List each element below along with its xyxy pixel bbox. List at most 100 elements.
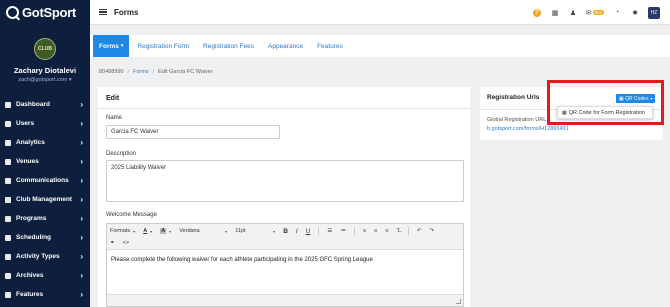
chevron-right-icon: ›	[80, 214, 83, 223]
breadcrumb-current: Edit Garcia FC Waiver	[158, 69, 213, 75]
sidebar-item-label: Scheduling	[16, 234, 52, 241]
chevron-right-icon: ›	[80, 157, 83, 166]
tab-features[interactable]: Features	[311, 35, 349, 57]
editor-body[interactable]: Please complete the following waiver for…	[107, 250, 463, 270]
name-field[interactable]: Garcia FC Waiver	[106, 125, 280, 139]
sidebar-item-dashboard[interactable]: Dashboard ›	[0, 95, 90, 114]
underline-button[interactable]: U	[306, 228, 311, 235]
sidebar-item-programs[interactable]: Programs ›	[0, 209, 90, 228]
breadcrumb-id[interactable]: 80488990	[99, 69, 123, 75]
sidebar-item-archives[interactable]: Archives ›	[0, 266, 90, 285]
grid-icon[interactable]: ▦	[546, 0, 564, 25]
chevron-right-icon: ›	[80, 271, 83, 280]
activity-types-icon	[5, 253, 11, 260]
sidebar-item-label: Programs	[16, 215, 47, 222]
font-family-dropdown[interactable]: Verdana ▾	[179, 228, 227, 234]
bullet-list-icon[interactable]: ☰	[327, 228, 332, 234]
tab-bar: Forms ▾ Registration Form Registration Fees…	[90, 35, 670, 57]
logo-text: GotSport	[22, 4, 76, 20]
link-icon[interactable]: ⚭	[110, 240, 115, 246]
qr-code-menu-item[interactable]: ▦ QR Code for Form Registration	[557, 106, 653, 119]
qr-codes-button[interactable]: ▦ QR Codes ▾	[616, 94, 656, 103]
divider	[98, 108, 470, 109]
chevron-right-icon: ›	[80, 195, 83, 204]
page-title: Forms	[114, 7, 139, 17]
toolbar-divider	[318, 227, 320, 235]
clear-format-icon[interactable]: T̶	[397, 228, 400, 234]
font-size-dropdown[interactable]: 11pt ▾	[235, 228, 275, 234]
chevron-right-icon: ›	[80, 252, 83, 261]
chevron-right-icon: ›	[80, 119, 83, 128]
sidebar-item-venues[interactable]: Venues ›	[0, 152, 90, 171]
chevron-right-icon: ›	[80, 233, 83, 242]
global-registration-link[interactable]: b.gotsport.com/forms/H12865491	[487, 126, 569, 132]
breadcrumb: 80488990/Forms / Edit Garcia FC Waiver	[99, 69, 213, 75]
welcome-message-label: Welcome Message	[106, 212, 157, 218]
redo-icon[interactable]: ↷	[429, 228, 434, 234]
mail-button[interactable]: ✉ 999	[582, 0, 608, 25]
gotsport-logo-icon	[6, 5, 19, 19]
sidebar-item-communications[interactable]: Communications ›	[0, 171, 90, 190]
users-icon	[5, 120, 11, 127]
bell-icon[interactable]: ♟	[564, 0, 582, 25]
chat-icon[interactable]: ◔	[608, 0, 626, 25]
communications-icon	[5, 177, 11, 184]
sidebar-item-label: Club Management	[16, 196, 72, 203]
sidebar-item-users[interactable]: Users ›	[0, 114, 90, 133]
chevron-down-icon: ▾	[120, 43, 124, 49]
background-color-button[interactable]: A ▾	[160, 228, 171, 234]
mail-badge: 999	[592, 10, 605, 15]
align-center-icon[interactable]: ≡	[374, 228, 377, 234]
bold-button[interactable]: B	[283, 228, 288, 235]
global-registration-label: Global Registration URL	[487, 117, 547, 123]
chevron-right-icon: ›	[80, 100, 83, 109]
resize-handle-icon[interactable]	[456, 299, 461, 304]
sidebar-item-label: Analytics	[16, 139, 45, 146]
tab-appearance[interactable]: Appearance	[262, 35, 309, 57]
tab-registration-fees[interactable]: Registration Fees	[197, 35, 260, 57]
edit-card: Edit Name Garcia FC Waiver Description 2…	[98, 87, 470, 307]
tab-registration-form[interactable]: Registration Form	[131, 35, 195, 57]
gotsport-logo[interactable]: GotSport	[0, 0, 90, 24]
gear-icon[interactable]: ✹	[626, 0, 644, 25]
tab-forms[interactable]: Forms ▾	[93, 35, 130, 57]
sidebar-item-label: Users	[16, 120, 35, 127]
editor-statusbar	[107, 294, 463, 306]
toolbar-divider	[407, 227, 409, 235]
archives-icon	[5, 272, 11, 279]
source-code-icon[interactable]: <>	[123, 240, 129, 246]
toolbar-divider	[353, 227, 355, 235]
user-email[interactable]: zach@gotsport.com ▾	[0, 77, 90, 83]
breadcrumb-forms[interactable]: Forms	[133, 69, 149, 75]
sidebar-item-label: Venues	[16, 158, 39, 165]
formats-dropdown[interactable]: Formats ▾	[110, 228, 135, 234]
hamburger-menu-icon[interactable]	[99, 9, 107, 15]
sidebar-item-activity-types[interactable]: Activity Types ›	[0, 247, 90, 266]
description-field[interactable]: 2025 Liability Waiver	[106, 160, 464, 202]
name-label: Name	[106, 115, 123, 121]
align-left-icon[interactable]: ≡	[363, 228, 366, 234]
sidebar-item-analytics[interactable]: Analytics ›	[0, 133, 90, 152]
chevron-right-icon: ›	[80, 290, 83, 299]
avatar[interactable]: CLUB	[34, 38, 56, 60]
scheduling-icon	[5, 234, 11, 241]
align-right-icon[interactable]: ≡	[385, 228, 388, 234]
chevron-down-icon: ▾	[650, 96, 653, 101]
undo-icon[interactable]: ↶	[417, 228, 422, 234]
dashboard-icon	[5, 101, 11, 108]
chevron-right-icon: ›	[80, 176, 83, 185]
sidebar-nav: Dashboard › Users › Analytics › Venues › Communi…	[0, 95, 90, 304]
sidebar-item-features[interactable]: Features ›	[0, 285, 90, 304]
italic-button[interactable]: I	[296, 228, 298, 235]
user-name: Zachary Diotalevi	[13, 66, 77, 75]
programs-icon	[5, 215, 11, 222]
numbered-list-icon[interactable]: ≔	[340, 228, 346, 234]
sidebar-item-scheduling[interactable]: Scheduling ›	[0, 228, 90, 247]
help-icon: ?	[533, 8, 541, 17]
text-color-button[interactable]: A ▾	[143, 228, 152, 234]
user-menu[interactable]: HZ	[648, 6, 660, 19]
description-label: Description	[106, 151, 137, 157]
help-button[interactable]: ?	[528, 0, 546, 25]
sidebar-item-club-management[interactable]: Club Management ›	[0, 190, 90, 209]
club-management-icon	[5, 196, 11, 203]
